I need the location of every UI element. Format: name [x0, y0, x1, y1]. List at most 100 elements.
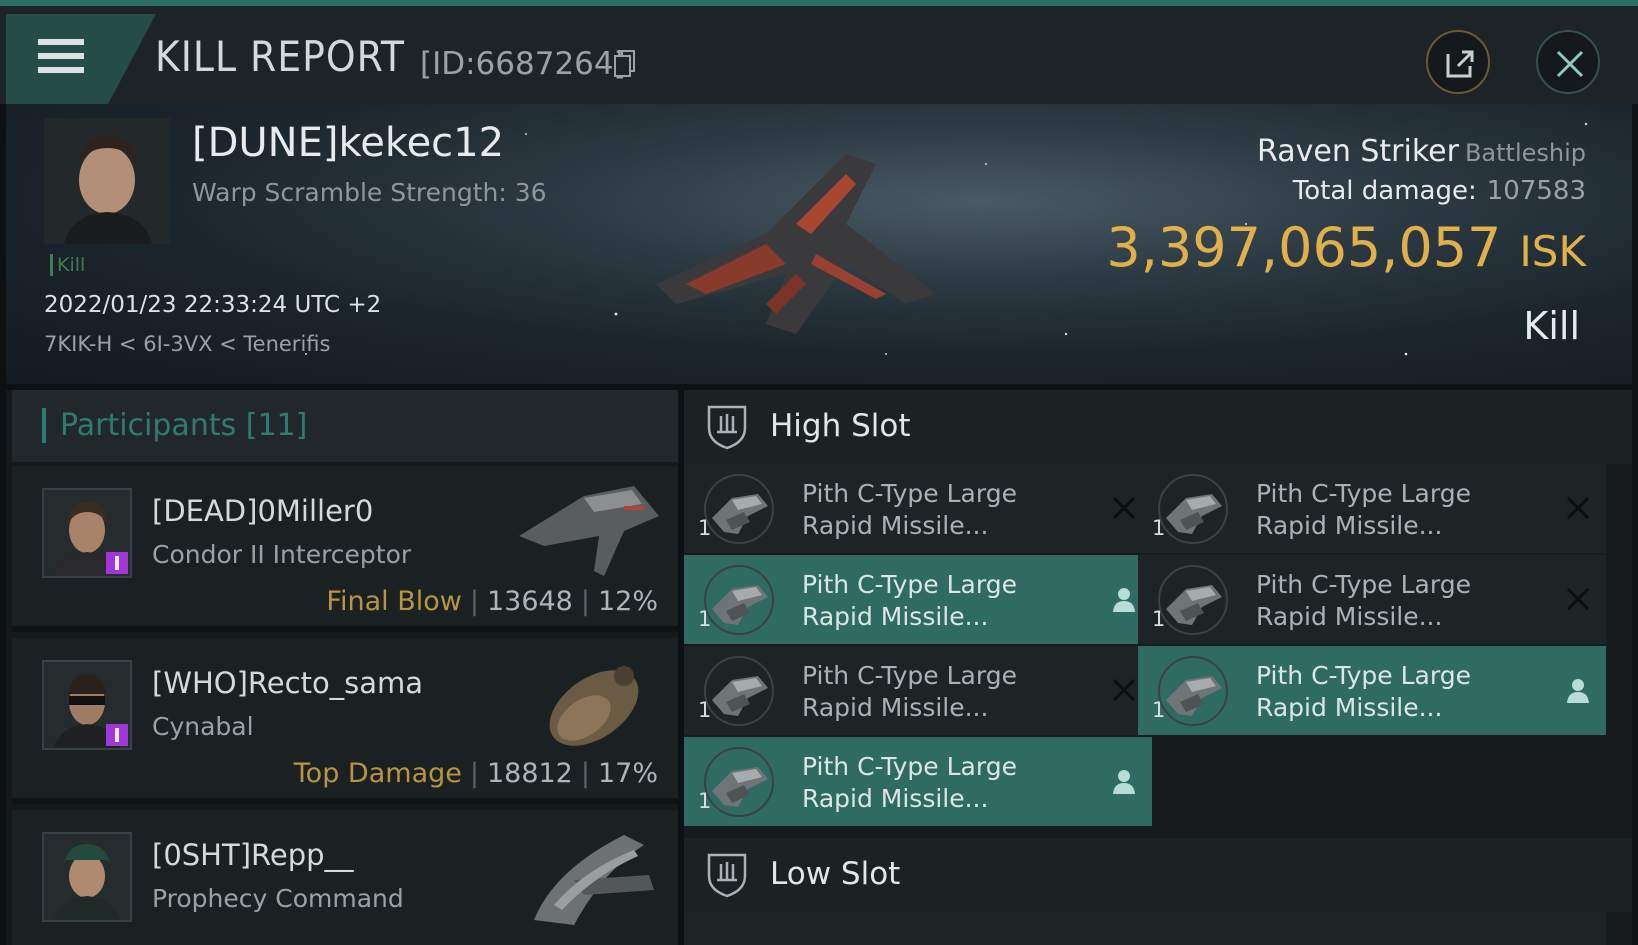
copy-icon[interactable]	[614, 50, 636, 78]
item-name-line1: Pith C-Type Large	[802, 661, 1017, 690]
corp-badge	[106, 724, 128, 746]
item-name-line2: Rapid Missile...	[1256, 602, 1443, 631]
victim-ship: Raven Striker Battleship	[1257, 134, 1586, 169]
participants-header: Participants [11]	[12, 390, 678, 462]
participant-damage: 18812	[486, 758, 573, 789]
item-name: Pith C-Type Large Rapid Missile...	[1256, 569, 1471, 633]
participant-name[interactable]: [WHO]Recto_sama	[152, 666, 423, 700]
participant-damage: 13648	[486, 586, 573, 617]
participant-row[interactable]: [WHO]Recto_sama Cynabal Top Damage | 18812…	[12, 638, 678, 804]
participant-portrait[interactable]	[42, 832, 132, 922]
fitting-item[interactable]: 1 Pith C-Type Large Rapid Missile...	[1138, 646, 1606, 735]
participant-portrait[interactable]	[42, 660, 132, 750]
victim-name[interactable]: [DUNE]kekec12	[192, 120, 504, 166]
participant-row[interactable]: [DEAD]0Miller0 Condor II Interceptor Fin…	[12, 466, 678, 632]
victim-ship-class: Battleship	[1464, 139, 1586, 167]
low-slot-item[interactable]	[684, 912, 1152, 945]
corp-badge	[106, 552, 128, 574]
item-name-line2: Rapid Missile...	[802, 784, 989, 813]
item-name-line2: Rapid Missile...	[802, 602, 989, 631]
item-name-line2: Rapid Missile...	[1256, 511, 1443, 540]
participants-title: Participants [11]	[42, 408, 307, 443]
participant-ship-image[interactable]	[514, 476, 664, 586]
destroyed-x-icon	[1112, 678, 1136, 702]
fitting-item[interactable]: 1 Pith C-Type Large Rapid Missile...	[1138, 464, 1606, 553]
item-quantity: 1	[698, 789, 712, 813]
item-name-line2: Rapid Missile...	[1256, 693, 1443, 722]
fitting-item[interactable]: 1 Pith C-Type Large Rapid Missile...	[1138, 555, 1606, 644]
victim-panel: [DUNE]kekec12 Warp Scramble Strength: 36…	[6, 104, 1632, 384]
item-quantity: 1	[1152, 698, 1166, 722]
kill-result: Kill	[1523, 304, 1580, 348]
victim-ship-image[interactable]	[646, 134, 966, 354]
participant-name[interactable]: [DEAD]0Miller0	[152, 494, 373, 528]
participant-stats: Top Damage | 18812 | 17%	[293, 758, 658, 789]
low-slot-title: Low Slot	[770, 856, 901, 892]
item-name: Pith C-Type Large Rapid Missile...	[802, 569, 1017, 633]
item-name-line1: Pith C-Type Large	[802, 570, 1017, 599]
kill-tag: Kill	[50, 254, 85, 276]
victim-ship-name[interactable]: Raven Striker	[1257, 134, 1459, 169]
menu-icon[interactable]	[38, 39, 84, 79]
high-slot-icon	[707, 405, 747, 450]
participant-name[interactable]: [0SHT]Repp__	[152, 838, 354, 872]
dropped-person-icon	[1113, 770, 1135, 794]
fitting-panel: High Slot 1 Pith C-Type Large Rapid Missil…	[684, 390, 1632, 945]
item-name-line1: Pith C-Type Large	[1256, 479, 1471, 508]
participant-portrait[interactable]	[42, 488, 132, 578]
participant-stats: Final Blow | 13648 | 12%	[326, 586, 658, 617]
item-quantity: 1	[698, 698, 712, 722]
item-quantity: 1	[698, 516, 712, 540]
item-name: Pith C-Type Large Rapid Missile...	[1256, 660, 1471, 724]
kill-location[interactable]: 7KIK-H < 6I-3VX < Tenerifis	[44, 332, 330, 356]
item-name-line2: Rapid Missile...	[802, 693, 989, 722]
participant-tag: Final Blow	[326, 586, 462, 617]
fitting-item[interactable]: 1 Pith C-Type Large Rapid Missile...	[684, 646, 1152, 735]
fitting-item[interactable]: 1 Pith C-Type Large Rapid Missile...	[684, 737, 1152, 826]
item-name: Pith C-Type Large Rapid Missile...	[802, 660, 1017, 724]
participant-ship-image[interactable]	[514, 820, 664, 930]
close-icon	[1556, 50, 1584, 78]
high-slot-title: High Slot	[770, 408, 911, 444]
title-bar: KILL REPORT [ID:6687264]	[0, 0, 1638, 104]
item-name-line1: Pith C-Type Large	[1256, 570, 1471, 599]
isk-value: 3,397,065,057 ISK	[1106, 216, 1586, 279]
fitting-item[interactable]: 1 Pith C-Type Large Rapid Missile...	[684, 555, 1152, 644]
item-name-line2: Rapid Missile...	[802, 511, 989, 540]
isk-unit: ISK	[1519, 227, 1586, 276]
destroyed-x-icon	[1566, 587, 1590, 611]
item-name-line1: Pith C-Type Large	[1256, 661, 1471, 690]
total-damage-value: 107583	[1486, 176, 1586, 206]
participant-percent: 12%	[597, 586, 658, 617]
high-slot-header: High Slot	[684, 390, 1632, 464]
fitting-item[interactable]: 1 Pith C-Type Large Rapid Missile...	[684, 464, 1152, 553]
low-slot-header: Low Slot	[684, 838, 1632, 912]
item-name: Pith C-Type Large Rapid Missile...	[802, 751, 1017, 815]
page-title: KILL REPORT	[155, 32, 405, 81]
item-quantity: 1	[698, 607, 712, 631]
isk-amount: 3,397,065,057	[1106, 216, 1502, 279]
destroyed-x-icon	[1566, 496, 1590, 520]
item-name: Pith C-Type Large Rapid Missile...	[1256, 478, 1471, 542]
participant-row[interactable]: [0SHT]Repp__ Prophecy Command	[12, 810, 678, 945]
participant-tag: Top Damage	[293, 758, 462, 789]
participant-ship: Prophecy Command	[152, 884, 404, 913]
destroyed-x-icon	[1112, 496, 1136, 520]
participant-ship: Cynabal	[152, 712, 254, 741]
dropped-person-icon	[1567, 679, 1589, 703]
close-button[interactable]	[1536, 30, 1600, 94]
participant-ship: Condor II Interceptor	[152, 540, 412, 569]
kill-date: 2022/01/23 22:33:24 UTC +2	[44, 292, 382, 318]
participant-ship-image[interactable]	[514, 648, 664, 758]
item-name-line1: Pith C-Type Large	[802, 752, 1017, 781]
participant-percent: 17%	[597, 758, 658, 789]
share-icon	[1446, 50, 1474, 78]
victim-portrait[interactable]	[44, 118, 170, 244]
total-damage: Total damage: 107583	[1293, 176, 1586, 206]
victim-warp-scramble: Warp Scramble Strength: 36	[192, 178, 547, 207]
report-id: [ID:6687264]	[420, 46, 626, 82]
item-name: Pith C-Type Large Rapid Missile...	[802, 478, 1017, 542]
share-button[interactable]	[1426, 30, 1490, 94]
low-slot-item[interactable]	[1138, 912, 1606, 945]
item-quantity: 1	[1152, 607, 1166, 631]
